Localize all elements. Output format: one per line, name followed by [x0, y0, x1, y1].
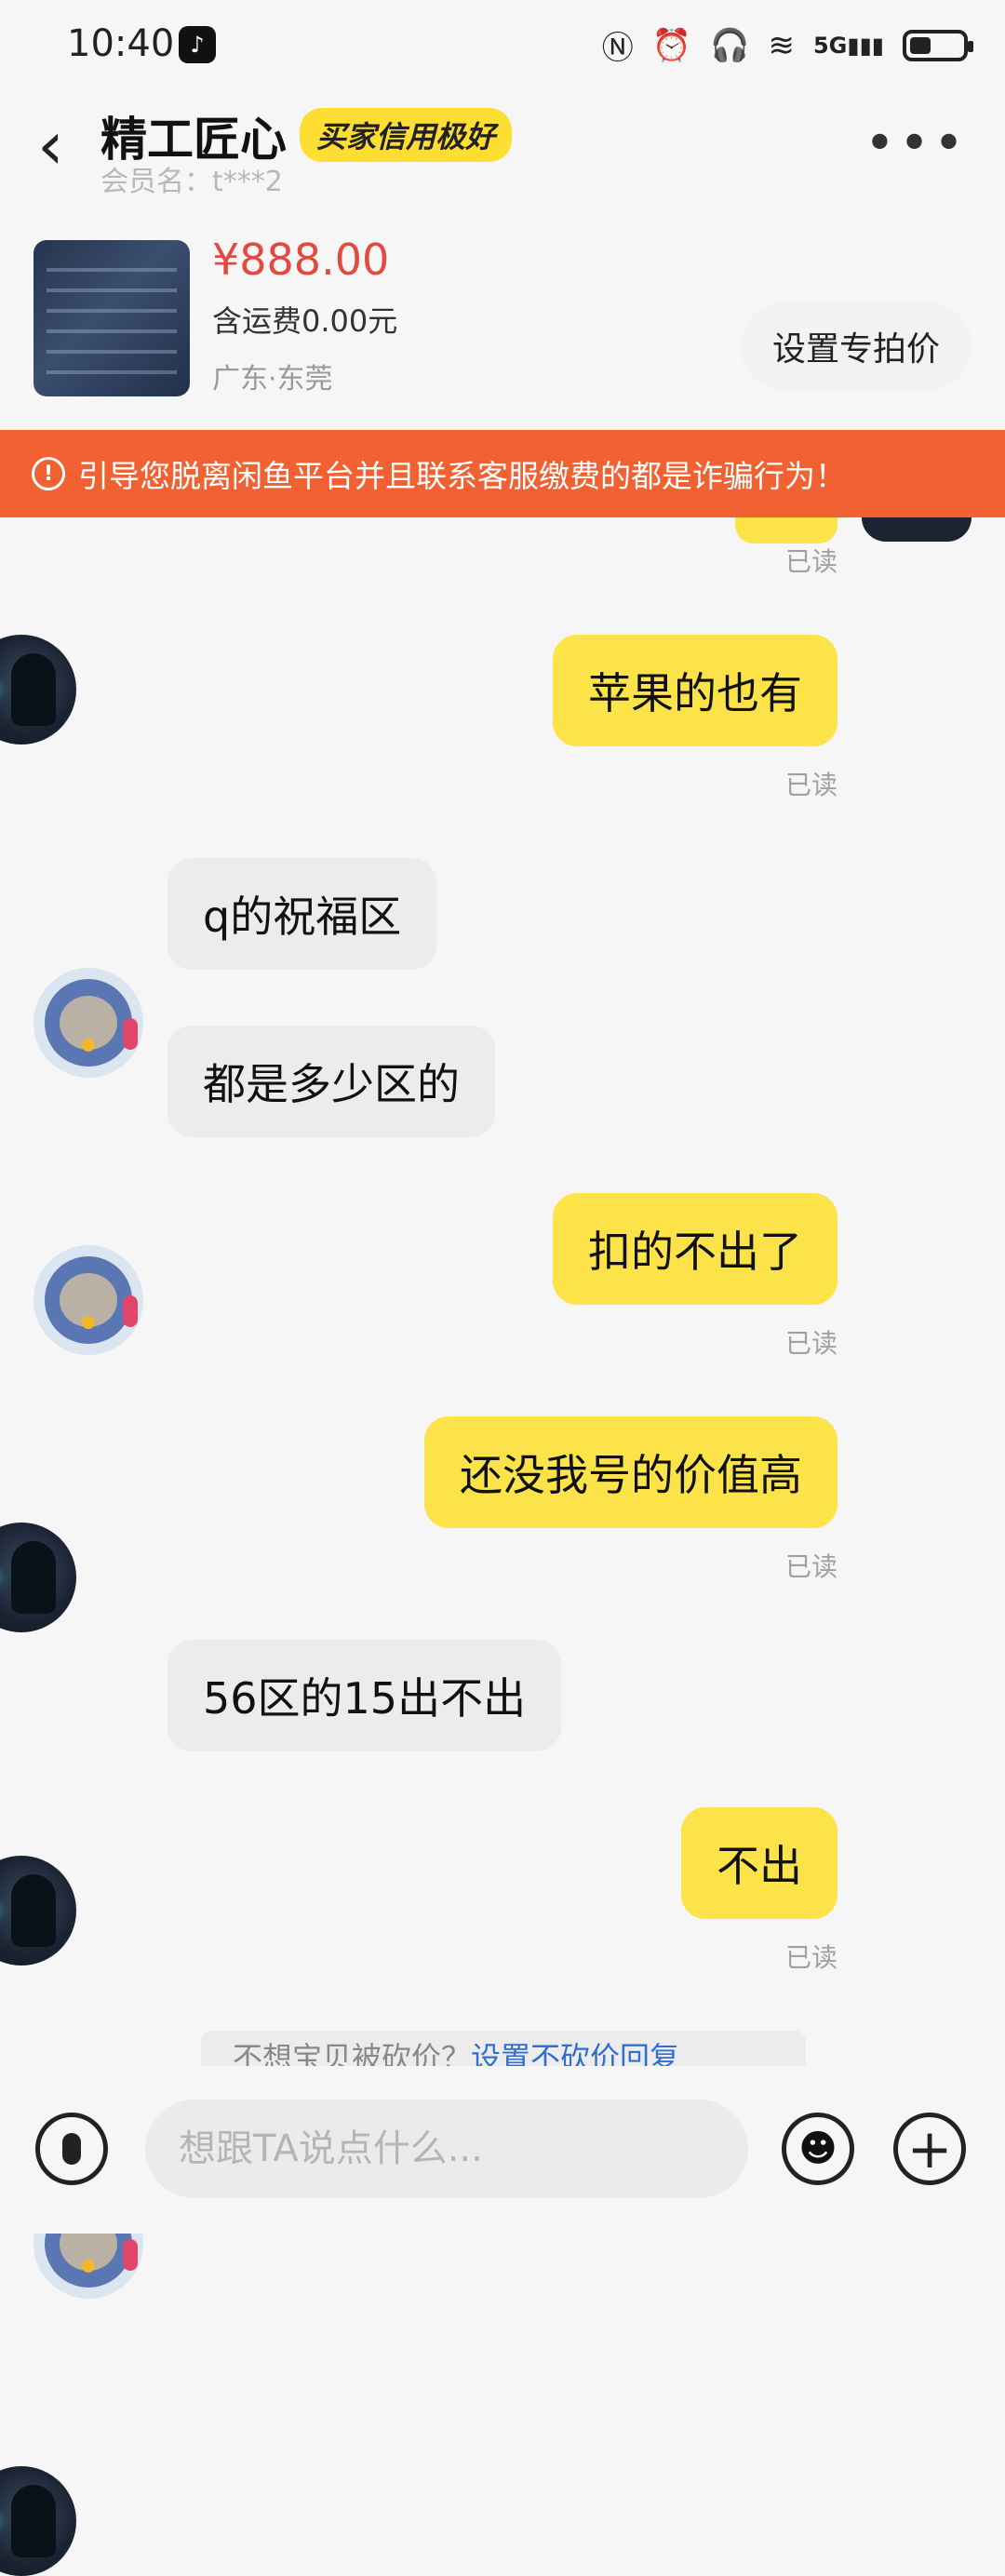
set-special-price-button[interactable]: 设置专拍价 — [740, 302, 972, 391]
read-status: 已读 — [784, 1551, 838, 1582]
emoji-button[interactable]: ☻ — [782, 2113, 854, 2185]
wifi-icon: ≋ — [768, 26, 795, 64]
message-bubble-me[interactable]: 还没我号的价值高 — [424, 1416, 838, 1528]
nfc-icon: Ⓝ — [601, 30, 634, 67]
headphones-icon: 🎧 — [710, 26, 750, 64]
more-actions-button[interactable]: + — [893, 2113, 966, 2185]
credit-badge: 买家信用极好 — [300, 108, 513, 162]
back-button[interactable]: ‹ — [37, 110, 89, 181]
message-bubble-them[interactable]: q的祝福区 — [168, 858, 437, 970]
tiktok-notification-icon: ♪ — [179, 26, 216, 63]
fraud-warning-banner: ! 引导您脱离闲鱼平台并且联系客服缴费的都是诈骗行为！ — [0, 430, 1005, 517]
message-bubble-me[interactable]: 扣的不出了 — [553, 1193, 838, 1305]
shipping-fee: 含运费0.00元 — [212, 303, 398, 339]
voice-input-button[interactable] — [35, 2113, 108, 2185]
my-avatar[interactable] — [0, 635, 76, 745]
product-thumbnail[interactable] — [34, 240, 190, 396]
battery-icon — [903, 29, 973, 61]
alarm-icon: ⏰ — [651, 26, 692, 64]
member-name: 会员名：t***2 — [100, 166, 283, 198]
product-location: 广东·东莞 — [212, 363, 333, 396]
previous-message-bubble — [735, 517, 838, 543]
my-avatar[interactable] — [0, 1856, 76, 1966]
read-status: 已读 — [784, 1942, 838, 1973]
buyer-avatar[interactable] — [34, 1245, 143, 1355]
plus-icon: + — [906, 2117, 953, 2180]
signal-5g-icon: 5G▮▮▮ — [812, 32, 884, 59]
my-avatar[interactable] — [0, 1523, 76, 1632]
previous-message-avatar — [862, 517, 972, 542]
read-status: 已读 — [784, 1328, 838, 1359]
my-avatar[interactable] — [0, 2466, 76, 2576]
buyer-avatar[interactable] — [34, 968, 143, 1078]
set-no-bargain-reply-link[interactable]: 设置不砍价回复 — [471, 2040, 679, 2066]
message-bubble-me[interactable]: 苹果的也有 — [553, 635, 838, 746]
smiley-icon: ☻ — [798, 2127, 838, 2170]
status-icons: Ⓝ ⏰ 🎧 ≋ 5G▮▮▮ — [601, 22, 973, 68]
microphone-icon — [62, 2133, 81, 2165]
tip-text: 不想宝贝被砍价？ — [233, 2040, 472, 2066]
fraud-warning-text: 引导您脱离闲鱼平台并且联系客服缴费的都是诈骗行为！ — [78, 458, 846, 494]
message-bubble-them[interactable]: 56区的15出不出 — [168, 1640, 562, 1751]
read-status: 已读 — [784, 546, 838, 577]
warning-icon: ! — [32, 457, 65, 490]
message-input[interactable] — [145, 2100, 748, 2198]
message-bubble-them[interactable]: 都是多少区的 — [168, 1026, 495, 1137]
status-time: 10:40 — [67, 22, 175, 65]
read-status: 已读 — [784, 770, 838, 800]
product-price: ¥888.00 — [212, 235, 390, 285]
more-options-icon[interactable]: ••• — [864, 114, 968, 174]
message-bubble-me[interactable]: 不出 — [681, 1807, 838, 1919]
no-bargain-tip: 不想宝贝被砍价？设置不砍价回复 — [201, 2031, 806, 2066]
